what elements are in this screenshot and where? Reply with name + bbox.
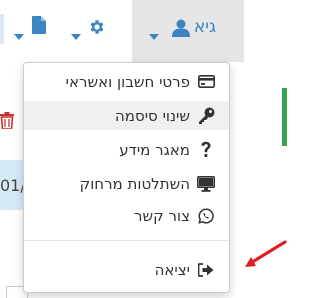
menu-item-logout[interactable]: יציאה [24, 255, 229, 284]
top-navbar: גיא [0, 0, 287, 62]
settings-dropdown-toggle[interactable] [66, 0, 118, 62]
file-icon [32, 16, 46, 38]
sign-out-icon [197, 261, 215, 279]
documents-dropdown-toggle[interactable] [0, 0, 50, 62]
menu-item-knowledge-base[interactable]: מאגר מידע [24, 135, 229, 164]
annotation-arrow-icon [243, 240, 287, 274]
key-icon [197, 107, 215, 125]
user-name-label: גיא [193, 17, 216, 37]
menu-divider [24, 240, 229, 241]
menu-item-change-password[interactable]: שינוי סיסמה [24, 101, 229, 130]
desktop-icon [197, 175, 215, 193]
page: גיא 01/2 פרטי חשבון ואשראי שינוי סיסמה מ… [0, 0, 287, 298]
menu-item-remote-control[interactable]: השתלטות מרחוק [24, 169, 229, 198]
credit-card-icon [197, 73, 215, 91]
user-dropdown-menu: פרטי חשבון ואשראי שינוי סיסמה מאגר מידע [23, 62, 230, 293]
menu-item-contact[interactable]: צור קשר [24, 201, 229, 230]
trash-icon[interactable] [0, 112, 14, 133]
menu-item-label: פרטי חשבון ואשראי [65, 72, 190, 91]
menu-item-label: צור קשר [134, 206, 190, 225]
chevron-down-icon [14, 25, 24, 44]
gear-icon [88, 18, 106, 40]
menu-item-label: מאגר מידע [119, 140, 190, 159]
user-icon [172, 19, 190, 41]
whatsapp-icon [197, 207, 215, 225]
question-icon [197, 141, 215, 159]
menu-item-label: יציאה [154, 260, 190, 279]
user-menu-toggle[interactable]: גיא [132, 0, 244, 62]
chevron-down-icon [71, 25, 81, 44]
menu-item-account-details[interactable]: פרטי חשבון ואשראי [24, 67, 229, 96]
menu-item-label: השתלטות מרחוק [79, 174, 190, 193]
menu-item-label: שינוי סיסמה [114, 106, 190, 125]
chevron-down-icon [149, 25, 159, 44]
status-indicator [282, 88, 287, 146]
